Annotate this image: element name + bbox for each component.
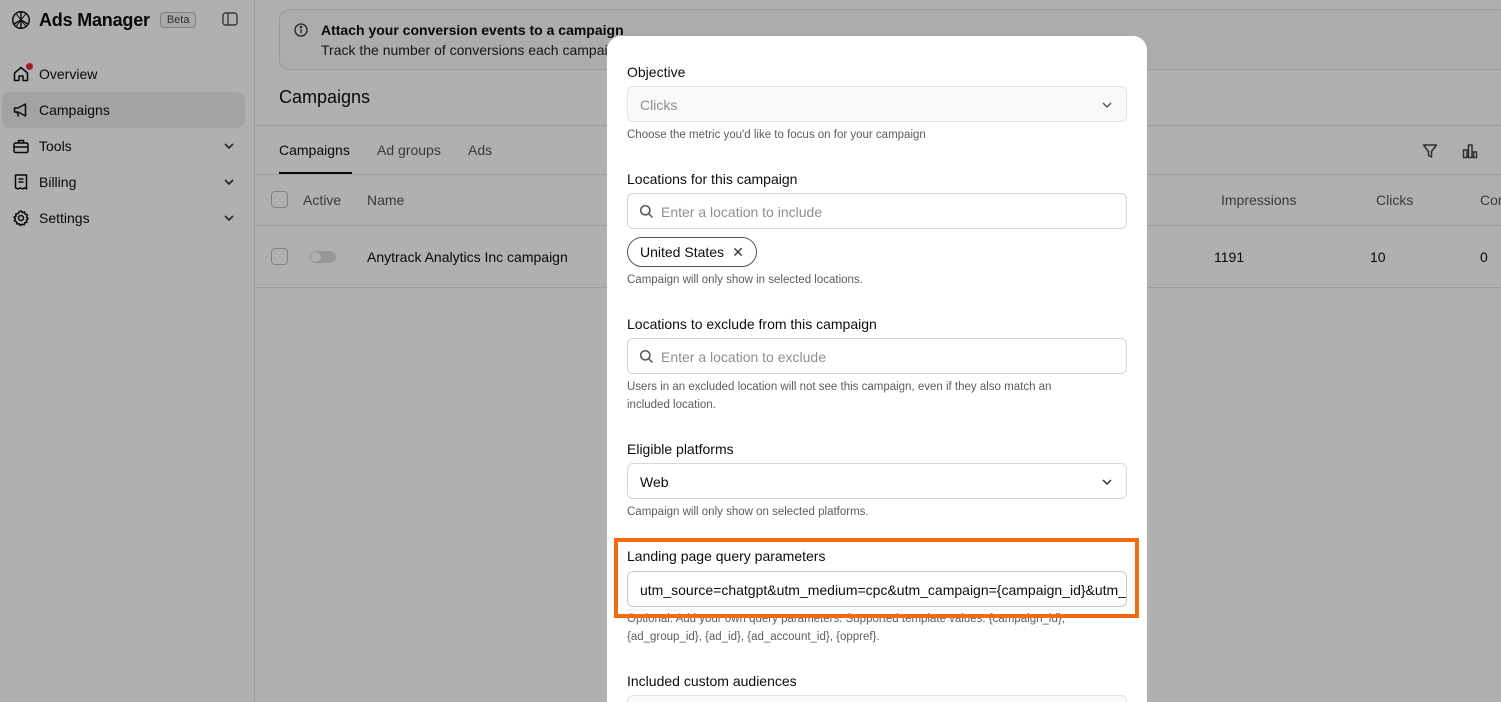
platforms-select[interactable]: Web (627, 463, 1127, 499)
locations-include-placeholder: Enter a location to include (661, 204, 823, 220)
objective-help: Choose the metric you'd like to focus on… (627, 129, 926, 141)
platforms-value: Web (640, 474, 669, 490)
close-icon[interactable]: ✕ (732, 244, 744, 261)
locations-exclude-label: Locations to exclude from this campaign (627, 316, 877, 332)
search-icon (639, 204, 654, 219)
chevron-down-icon (1102, 102, 1112, 109)
location-chip: United States ✕ (627, 237, 757, 267)
objective-label: Objective (627, 64, 686, 80)
chevron-down-icon (1102, 479, 1112, 486)
objective-select[interactable]: Clicks (627, 86, 1127, 122)
search-icon (639, 349, 654, 364)
locations-include-help: Campaign will only show in selected loca… (627, 274, 863, 286)
custom-audiences-label: Included custom audiences (627, 673, 797, 689)
locations-exclude-help: Users in an excluded location will not s… (627, 381, 1052, 411)
highlight-annotation (614, 538, 1139, 618)
custom-audiences-select[interactable] (627, 695, 1127, 702)
locations-exclude-input[interactable]: Enter a location to exclude (627, 338, 1127, 374)
locations-include-label: Locations for this campaign (627, 171, 798, 187)
location-chip-label: United States (640, 244, 725, 260)
platforms-label: Eligible platforms (627, 441, 734, 457)
objective-value: Clicks (640, 97, 678, 113)
locations-exclude-placeholder: Enter a location to exclude (661, 349, 826, 365)
locations-include-input[interactable]: Enter a location to include (627, 193, 1127, 229)
platforms-help: Campaign will only show on selected plat… (627, 506, 869, 518)
